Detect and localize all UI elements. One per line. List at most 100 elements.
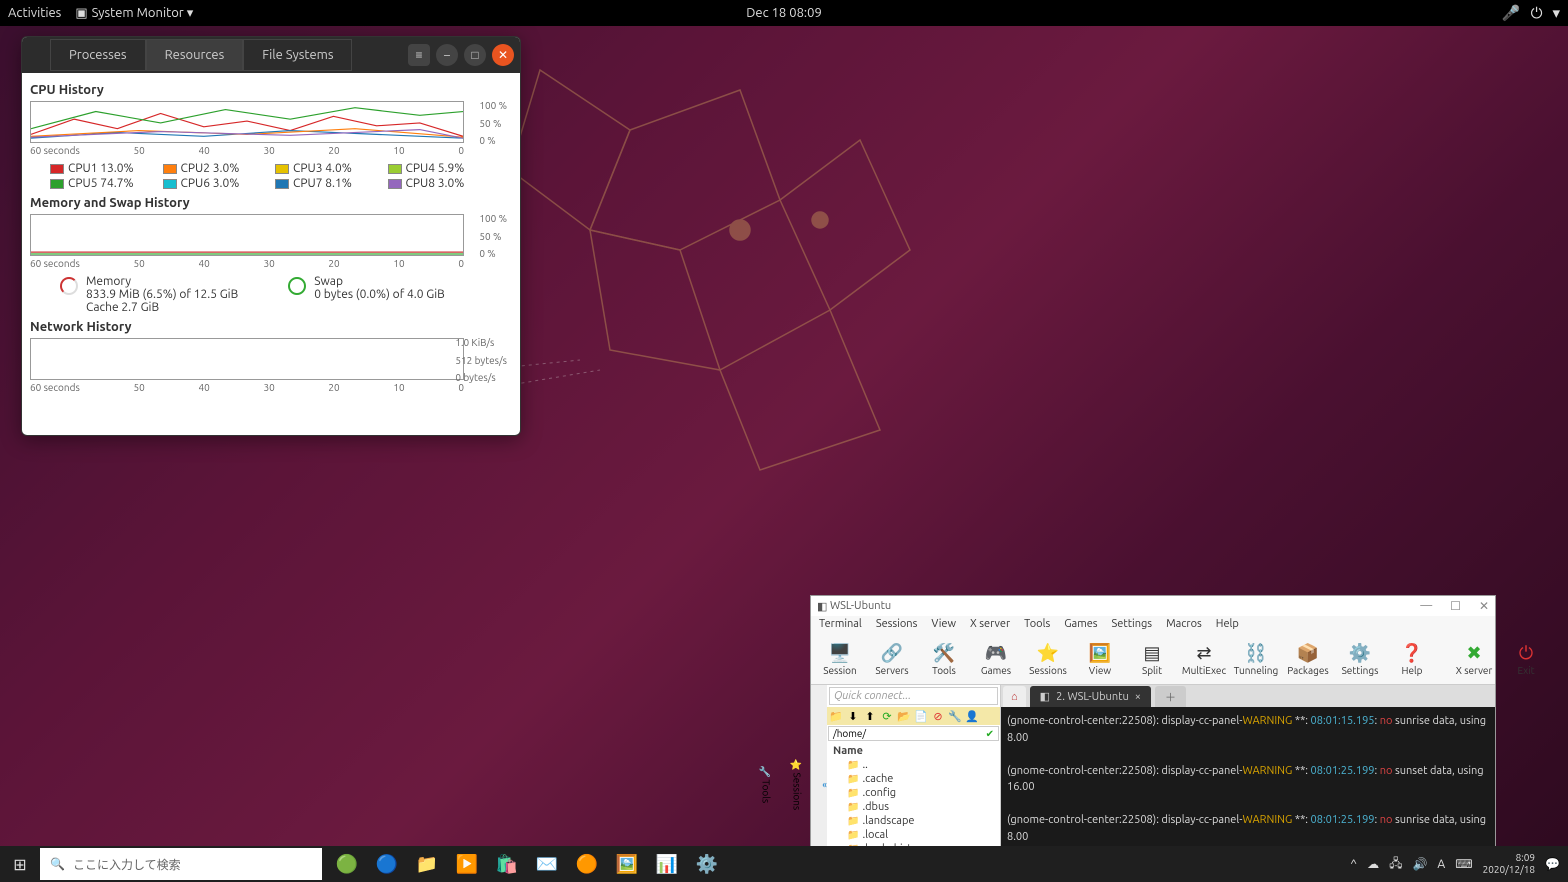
tree-item[interactable]: .landscape	[833, 814, 994, 828]
ubuntu-icon[interactable]: 🟠	[568, 846, 606, 882]
delete-icon[interactable]: ⊘	[931, 709, 945, 723]
menu-terminal[interactable]: Terminal	[819, 618, 862, 633]
chrome-icon[interactable]: 🟢	[328, 846, 366, 882]
power-icon[interactable]: ⏻	[1531, 4, 1543, 22]
tab-wsl[interactable]: ◧ 2. WSL-Ubuntu ×	[1030, 686, 1151, 707]
menu-sessions[interactable]: Sessions	[876, 618, 918, 633]
tree-header[interactable]: Name	[833, 744, 994, 758]
menu-xserver[interactable]: X server	[970, 618, 1010, 633]
swap-ring-icon	[288, 277, 306, 295]
tray-clock[interactable]: 8:092020/12/18	[1483, 852, 1535, 876]
tb-tunneling[interactable]: ⛓️Tunneling	[1235, 643, 1277, 676]
youtube-icon[interactable]: ▶️	[448, 846, 486, 882]
tree-item[interactable]: .local	[833, 828, 994, 842]
quick-connect-input[interactable]: Quick connect...	[829, 687, 998, 705]
tray-volume-icon[interactable]: 🔊	[1412, 857, 1427, 871]
mic-icon[interactable]: 🎤	[1502, 4, 1521, 22]
newfolder-icon[interactable]: 📂	[897, 709, 911, 723]
menu-games[interactable]: Games	[1064, 618, 1097, 633]
tray-keyboard-icon[interactable]: ⌨	[1455, 857, 1472, 871]
tree-item[interactable]: .cache	[833, 772, 994, 786]
sidebar-tab-sessions[interactable]: ⭐ Sessions	[791, 758, 802, 810]
net-history-title: Network History	[30, 320, 512, 334]
tb-split[interactable]: ▤Split	[1131, 643, 1173, 676]
app-menu[interactable]: ▣ System Monitor ▾	[75, 6, 193, 21]
tray-network-icon[interactable]: 🖧	[1389, 854, 1402, 875]
folder-icon[interactable]: 📁	[829, 709, 843, 723]
minimize-button[interactable]: —	[1420, 599, 1432, 613]
tb-servers[interactable]: 🔗Servers	[871, 643, 913, 676]
tb-games[interactable]: 🎮Games	[975, 643, 1017, 676]
newfile-icon[interactable]: 📄	[914, 709, 928, 723]
hamburger-icon[interactable]: ≡	[408, 44, 430, 66]
cpu-legend-item: CPU2 3.0%	[163, 162, 268, 175]
gnome-topbar: Activities ▣ System Monitor ▾ Dec 18 08:…	[0, 0, 1568, 26]
tree-item[interactable]: ..	[833, 758, 994, 772]
tab-home[interactable]: ⌂	[1003, 686, 1026, 707]
maximize-button[interactable]: ☐	[1450, 599, 1461, 613]
store-icon[interactable]: 🛍️	[488, 846, 526, 882]
side-panel: « ⭐ Sessions 🔧 Tools Quick connect... 📁 …	[811, 685, 1001, 853]
close-button[interactable]: ✕	[492, 44, 514, 66]
tab-filesystems[interactable]: File Systems	[243, 39, 352, 71]
close-icon[interactable]: ×	[1135, 691, 1141, 703]
explorer-icon[interactable]: 📁	[408, 846, 446, 882]
tb-xserver[interactable]: ✖X server	[1453, 643, 1495, 676]
settings-icon[interactable]: ⚙️	[688, 846, 726, 882]
tray-chevron-icon[interactable]: ^	[1350, 858, 1357, 871]
moba-app-icon: ◧	[817, 600, 827, 613]
clock[interactable]: Dec 18 08:09	[746, 6, 822, 20]
tb-session[interactable]: 🖥️Session	[819, 643, 861, 676]
new-tab-button[interactable]: ＋	[1155, 686, 1186, 707]
tray-ime[interactable]: A	[1437, 858, 1445, 871]
tray-notifications-icon[interactable]: 💬	[1545, 857, 1560, 871]
search-input[interactable]: 🔍 ここに入力して検索	[40, 848, 322, 880]
tb-packages[interactable]: 📦Packages	[1287, 643, 1329, 676]
tb-settings[interactable]: ⚙️Settings	[1339, 643, 1381, 676]
menu-settings[interactable]: Settings	[1112, 618, 1153, 633]
mem-chart: 100 %50 %0 %	[30, 214, 464, 256]
tray-onedrive-icon[interactable]: ☁	[1367, 857, 1379, 871]
tree-item[interactable]: .dbus	[833, 800, 994, 814]
cpu-legend-item: CPU6 3.0%	[163, 177, 268, 190]
upload-icon[interactable]: ⬆	[863, 709, 877, 723]
menu-bar: Terminal Sessions View X server Tools Games Se…	[811, 616, 1495, 635]
menu-tools[interactable]: Tools	[1024, 618, 1050, 633]
tb-multiexec[interactable]: ⇄MultiExec	[1183, 643, 1225, 676]
close-button[interactable]: ✕	[1479, 599, 1489, 613]
download-icon[interactable]: ⬇	[846, 709, 860, 723]
monitor-icon[interactable]: 🖼️	[608, 846, 646, 882]
tb-help[interactable]: ❓Help	[1391, 643, 1433, 676]
tree-item[interactable]: .config	[833, 786, 994, 800]
maximize-button[interactable]: □	[464, 44, 486, 66]
tb-sessions[interactable]: ⭐Sessions	[1027, 643, 1069, 676]
cpu-legend-item: CPU8 3.0%	[388, 177, 493, 190]
menu-view[interactable]: View	[931, 618, 956, 633]
tab-processes[interactable]: Processes	[50, 39, 146, 71]
edge-icon[interactable]: 🔵	[368, 846, 406, 882]
tool-icon[interactable]: 🔧	[948, 709, 962, 723]
start-button[interactable]: ⊞	[0, 846, 40, 882]
menu-macros[interactable]: Macros	[1166, 618, 1202, 633]
tab-resources[interactable]: Resources	[146, 39, 244, 71]
titlebar[interactable]: Processes Resources File Systems ≡ – □ ✕	[22, 37, 520, 73]
menu-help[interactable]: Help	[1216, 618, 1239, 633]
mail-icon[interactable]: ✉️	[528, 846, 566, 882]
tb-tools[interactable]: 🛠️Tools	[923, 643, 965, 676]
terminal-output[interactable]: (gnome-control-center:22508): display-cc…	[1001, 707, 1495, 853]
tb-view[interactable]: 🖼️View	[1079, 643, 1121, 676]
cpu-legend-item: CPU7 8.1%	[275, 177, 380, 190]
search-icon[interactable]: 👤	[965, 709, 979, 723]
activities-button[interactable]: Activities	[8, 6, 61, 21]
minimize-button[interactable]: –	[436, 44, 458, 66]
sidebar-tab-tools[interactable]: 🔧 Tools	[760, 765, 771, 803]
path-input[interactable]: /home/ ✔	[828, 726, 999, 741]
wallpaper-art	[480, 50, 1040, 550]
task-icon[interactable]: 📊	[648, 846, 686, 882]
toolbar: 🖥️Session 🔗Servers 🛠️Tools 🎮Games ⭐Sessions 🖼…	[811, 635, 1495, 685]
cpu-legend-item: CPU4 5.9%	[388, 162, 493, 175]
refresh-icon[interactable]: ⟳	[880, 709, 894, 723]
tb-exit[interactable]: ⏻Exit	[1505, 643, 1547, 676]
chevron-down-icon[interactable]: ▾	[1552, 4, 1560, 22]
moba-titlebar[interactable]: ◧ WSL-Ubuntu — ☐ ✕	[811, 596, 1495, 616]
